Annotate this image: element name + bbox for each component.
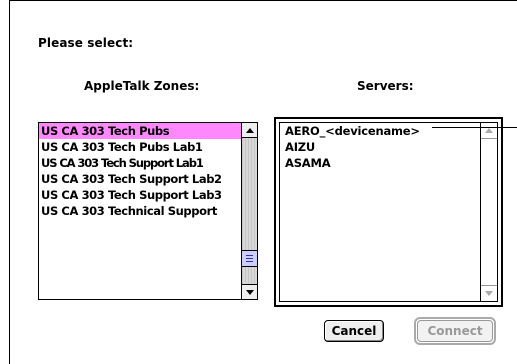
- server-list-item[interactable]: AIZU: [280, 139, 480, 155]
- cancel-button[interactable]: Cancel: [324, 320, 384, 342]
- zone-list-item[interactable]: US CA 303 Tech Pubs Lab1: [39, 139, 242, 155]
- servers-list-items: AERO_<devicename> AIZU ASAMA: [280, 123, 480, 171]
- zone-list-item[interactable]: US CA 303 Tech Pubs: [39, 123, 242, 139]
- triangle-up-icon: [485, 128, 493, 133]
- zone-list-item[interactable]: US CA 303 Tech Support Lab1: [39, 155, 242, 171]
- scroll-thumb[interactable]: [242, 250, 257, 267]
- scroll-up-button[interactable]: [481, 123, 497, 139]
- dialog-border-left: [9, 0, 10, 364]
- grip-lines-icon: [246, 258, 253, 259]
- zones-list[interactable]: US CA 303 Tech Pubs US CA 303 Tech Pubs …: [38, 122, 258, 300]
- scroll-down-button[interactable]: [481, 285, 497, 301]
- triangle-down-icon: [485, 291, 493, 296]
- zone-list-item[interactable]: US CA 303 Tech Support Lab3: [39, 187, 242, 203]
- callout-line: [432, 127, 517, 128]
- zone-list-item[interactable]: US CA 303 Technical Support: [39, 203, 242, 219]
- zones-heading: AppleTalk Zones:: [84, 79, 200, 93]
- dialog-border-top: [9, 0, 517, 1]
- zones-list-items: US CA 303 Tech Pubs US CA 303 Tech Pubs …: [39, 123, 242, 299]
- scroll-up-button[interactable]: [242, 123, 257, 138]
- servers-list[interactable]: AERO_<devicename> AIZU ASAMA: [279, 122, 498, 302]
- prompt-label: Please select:: [38, 36, 134, 50]
- server-list-item[interactable]: AERO_<devicename>: [280, 123, 480, 139]
- servers-scrollbar[interactable]: [480, 123, 497, 301]
- select-server-dialog: Please select: AppleTalk Zones: Servers:…: [0, 0, 517, 364]
- server-list-item[interactable]: ASAMA: [280, 155, 480, 171]
- servers-list-focus-ring: AERO_<devicename> AIZU ASAMA: [274, 117, 503, 307]
- zone-list-item[interactable]: US CA 303 Tech Support Lab2: [39, 171, 242, 187]
- connect-button[interactable]: Connect: [417, 320, 493, 342]
- zones-scrollbar[interactable]: [241, 123, 257, 299]
- scroll-down-button[interactable]: [242, 284, 257, 299]
- triangle-up-icon: [245, 127, 254, 133]
- servers-heading: Servers:: [357, 79, 414, 93]
- grip-lines-icon: [246, 255, 253, 256]
- triangle-down-icon: [245, 289, 254, 295]
- grip-lines-icon: [246, 261, 253, 262]
